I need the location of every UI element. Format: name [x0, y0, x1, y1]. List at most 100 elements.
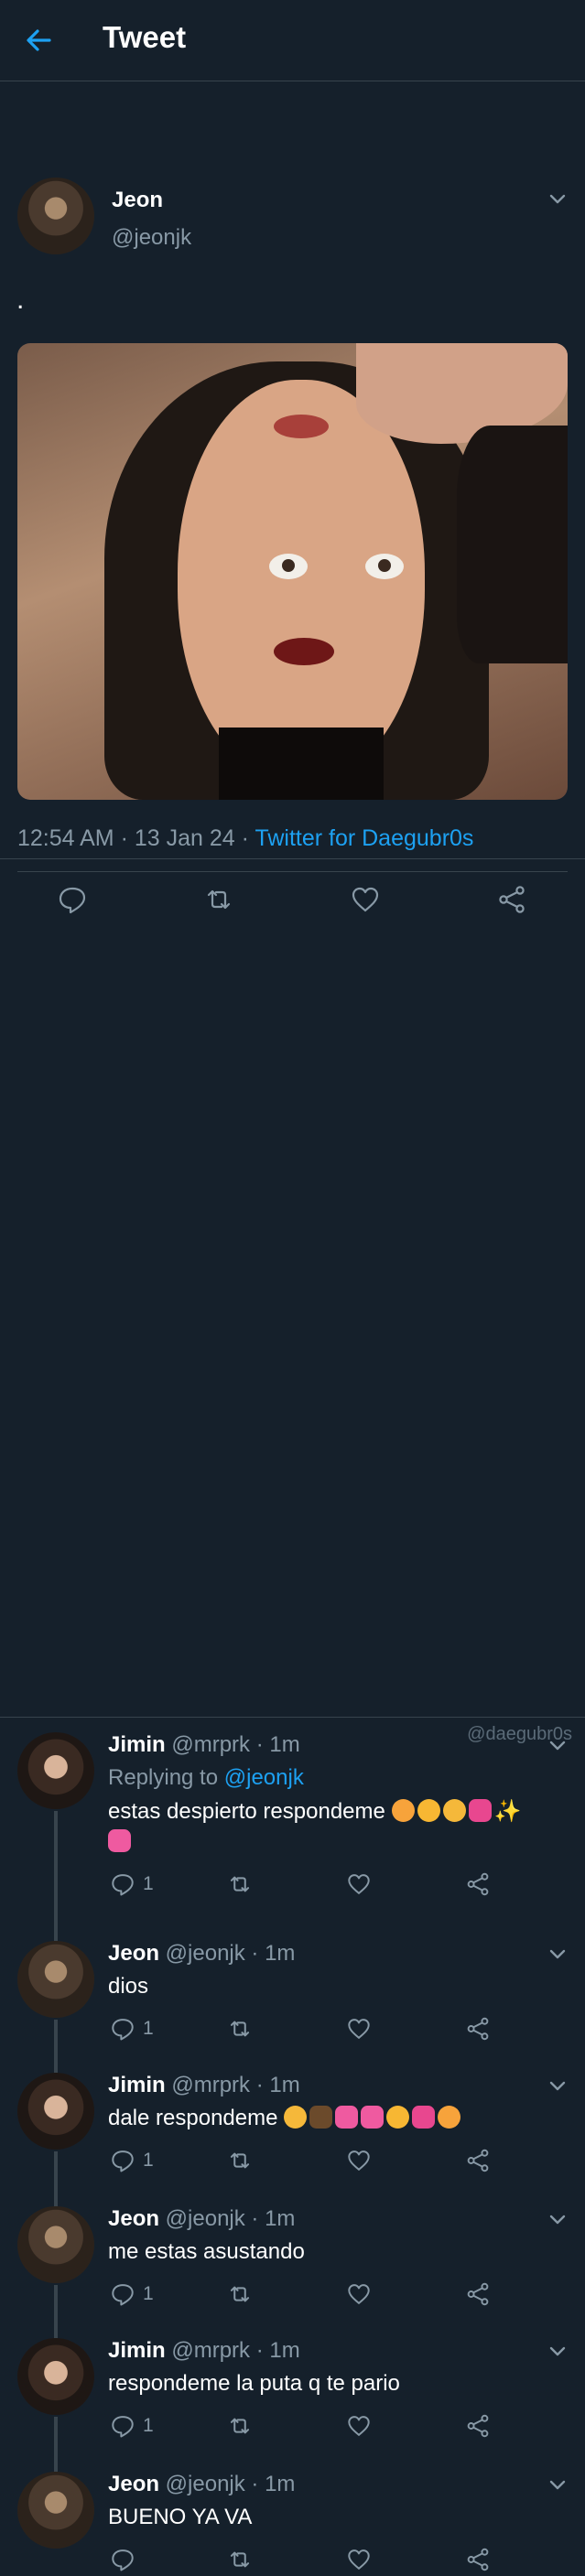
- page-title: Tweet: [103, 20, 187, 54]
- divider: [0, 1717, 585, 1718]
- share-icon[interactable]: [465, 2413, 491, 2439]
- chevron-down-icon[interactable]: [547, 2208, 569, 2230]
- like-icon[interactable]: [350, 884, 381, 915]
- reply-count: 1: [143, 2415, 154, 2436]
- smiling-hearts-emoji: [391, 1799, 415, 1822]
- reply-icon[interactable]: [110, 2547, 135, 2572]
- like-icon[interactable]: [346, 2547, 372, 2572]
- avatar[interactable]: [17, 2338, 94, 2415]
- divider: [17, 871, 568, 872]
- chevron-down-icon[interactable]: [547, 188, 569, 210]
- reply-author-name[interactable]: Jimin: [108, 1732, 166, 1757]
- arrow-left-icon[interactable]: [20, 22, 57, 59]
- share-icon[interactable]: [465, 1871, 491, 1897]
- main-tweet: Jeon @jeonjk . 12:54 AM · 13 Jan 24 · Tw…: [0, 81, 585, 914]
- reply-header: Jimin @mrprk · 1m: [108, 2338, 300, 2364]
- reply-tweet[interactable]: Jimin @mrprk · 1m dale respondeme 1: [0, 2058, 585, 2192]
- thread-line: [54, 2058, 58, 2073]
- reply-icon[interactable]: [110, 2148, 135, 2173]
- retweet-icon[interactable]: [227, 2413, 253, 2439]
- reply-icon[interactable]: [110, 2016, 135, 2042]
- author-name[interactable]: Jeon: [112, 188, 163, 213]
- sparkling-heart-emoji: [468, 1799, 492, 1822]
- like-icon[interactable]: [346, 2413, 372, 2439]
- replying-to-link[interactable]: @jeonjk: [224, 1765, 304, 1790]
- retweet-icon[interactable]: [203, 884, 234, 915]
- share-icon[interactable]: [465, 2547, 491, 2572]
- like-icon[interactable]: [346, 2016, 372, 2042]
- author-handle[interactable]: @jeonjk: [112, 225, 191, 251]
- reply-tweet[interactable]: Jimin @mrprk · 1m respondeme la puta q t…: [0, 2323, 585, 2457]
- reply-text: me estas asustando: [108, 2239, 305, 2264]
- reply-tweet[interactable]: Jeon @jeonjk · 1m BUENO YA VA: [0, 2457, 585, 2576]
- yum-emoji: [386, 2106, 410, 2129]
- reply-tweet[interactable]: Jimin @mrprk · 1m Replying to @jeonjk es…: [0, 1718, 585, 1926]
- reply-tweet[interactable]: Jeon @jeonjk · 1m dios 1: [0, 1926, 585, 2058]
- reply-author-meta: @mrprk · 1m: [165, 2073, 300, 2097]
- reply-header: Jeon @jeonjk · 1m: [108, 1941, 295, 1967]
- reply-header: Jimin @mrprk · 1m: [108, 2073, 300, 2098]
- reply-author-meta: @jeonjk · 1m: [159, 1941, 296, 1966]
- thread-line: [54, 2457, 58, 2472]
- reply-header: Jeon @jeonjk · 1m: [108, 2472, 295, 2497]
- reply-actions: [0, 2547, 585, 2574]
- retweet-icon[interactable]: [227, 2281, 253, 2307]
- tweet-timestamp: 12:54 AM · 13 Jan 24 ·: [17, 825, 255, 851]
- reply-header: Jeon @jeonjk · 1m: [108, 2206, 295, 2232]
- chevron-down-icon[interactable]: [547, 2474, 569, 2495]
- reply-count: 1: [143, 2283, 154, 2304]
- like-icon[interactable]: [346, 1871, 372, 1897]
- share-icon[interactable]: [496, 884, 527, 915]
- reply-actions: 1: [0, 2016, 585, 2043]
- retweet-icon[interactable]: [227, 2016, 253, 2042]
- thread-line: [54, 2192, 58, 2206]
- like-icon[interactable]: [346, 2281, 372, 2307]
- reply-count: 1: [143, 2018, 154, 2039]
- tweet-source[interactable]: Twitter for Daegubr0s: [255, 825, 473, 851]
- tweet-text: .: [16, 285, 25, 315]
- reply-icon[interactable]: [57, 884, 88, 915]
- reply-author-meta: @jeonjk · 1m: [159, 2472, 296, 2496]
- watermark: @daegubr0s: [467, 1724, 572, 1744]
- reply-author-meta: @mrprk · 1m: [165, 2338, 300, 2363]
- chevron-down-icon[interactable]: [547, 1943, 569, 1965]
- share-icon[interactable]: [465, 2016, 491, 2042]
- reply-text: estas despierto respondeme ✨: [108, 1799, 522, 1824]
- reply-author-name[interactable]: Jimin: [108, 2338, 166, 2363]
- retweet-icon[interactable]: [227, 2148, 253, 2173]
- avatar[interactable]: [17, 1941, 94, 2018]
- avatar[interactable]: [17, 178, 94, 254]
- retweet-icon[interactable]: [227, 2547, 253, 2572]
- reply-actions: 1: [0, 2413, 585, 2441]
- chevron-down-icon[interactable]: [547, 2075, 569, 2096]
- thread-line: [54, 1926, 58, 1941]
- avatar[interactable]: [17, 2472, 94, 2549]
- top-bar: Tweet: [0, 0, 585, 81]
- share-icon[interactable]: [465, 2281, 491, 2307]
- like-icon[interactable]: [346, 2148, 372, 2173]
- reply-author-name[interactable]: Jeon: [108, 2206, 159, 2231]
- avatar[interactable]: [17, 2073, 94, 2150]
- tweet-photo[interactable]: [17, 343, 568, 800]
- tweet-actions: [0, 884, 585, 930]
- reply-text: dios: [108, 1974, 149, 1999]
- reply-icon[interactable]: [110, 2413, 135, 2439]
- thread-line: [54, 2323, 58, 2338]
- reply-tweet[interactable]: Jeon @jeonjk · 1m me estas asustando 1: [0, 2192, 585, 2323]
- reply-author-name[interactable]: Jeon: [108, 1941, 159, 1966]
- reply-text-continued: [108, 1829, 134, 1855]
- reply-icon[interactable]: [110, 1871, 135, 1897]
- avatar[interactable]: [17, 1732, 94, 1809]
- share-icon[interactable]: [465, 2148, 491, 2173]
- reply-author-name[interactable]: Jeon: [108, 2472, 159, 2496]
- retweet-icon[interactable]: [227, 1871, 253, 1897]
- chevron-down-icon[interactable]: [547, 2340, 569, 2362]
- reply-author-name[interactable]: Jimin: [108, 2073, 166, 2097]
- avatar[interactable]: [17, 2206, 94, 2283]
- reply-actions: 1: [0, 2148, 585, 2175]
- reply-header: Jimin @mrprk · 1m: [108, 1732, 300, 1758]
- reply-icon[interactable]: [110, 2281, 135, 2307]
- reply-count: 1: [143, 2150, 154, 2171]
- hugging-emoji: [284, 2106, 308, 2129]
- reply-author-meta: @jeonjk · 1m: [159, 2206, 296, 2231]
